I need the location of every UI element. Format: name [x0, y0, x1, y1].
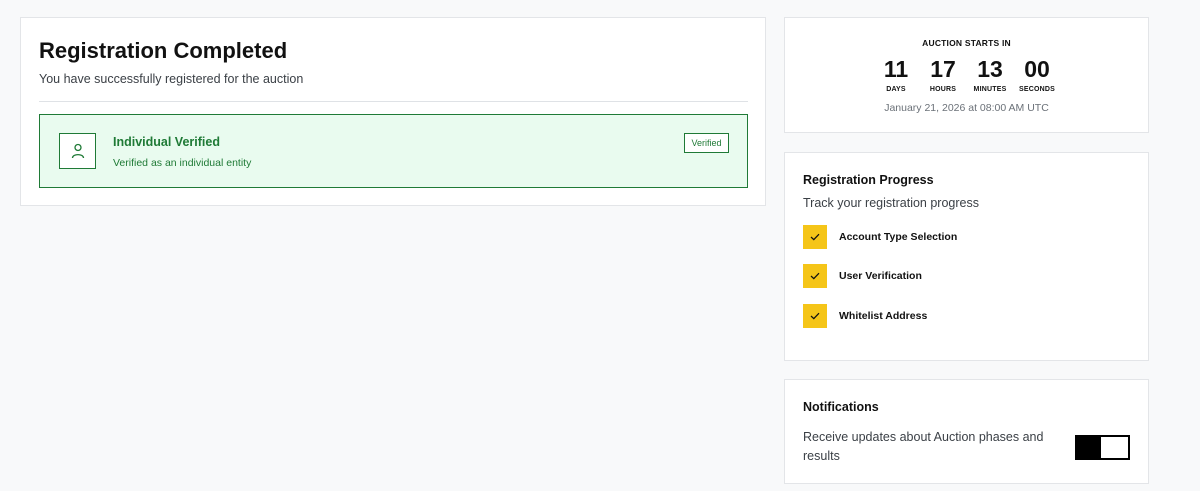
page-title: Registration Completed	[39, 38, 288, 63]
progress-step-label: Account Type Selection	[839, 231, 958, 243]
progress-step-label: Whitelist Address	[839, 310, 928, 322]
check-icon	[803, 264, 827, 288]
countdown-label: AUCTION STARTS IN	[922, 38, 1011, 48]
notifications-card: Notifications Receive updates about Auct…	[784, 379, 1149, 484]
toggle-knob[interactable]	[1101, 437, 1128, 458]
countdown-caption: SECONDS	[1018, 86, 1056, 93]
auction-start-date: January 21, 2026 at 08:00 AM UTC	[884, 102, 1049, 114]
countdown-days: 11 DAYS	[878, 56, 915, 93]
countdown-minutes: 13 MINUTES	[972, 56, 1009, 93]
divider	[39, 101, 748, 102]
notifications-title: Notifications	[803, 400, 879, 414]
countdown-caption: MINUTES	[973, 86, 1007, 93]
countdown-caption: DAYS	[886, 86, 906, 93]
countdown-value: 11	[883, 56, 909, 82]
user-icon	[59, 133, 96, 169]
progress-title: Registration Progress	[803, 173, 934, 187]
countdown-seconds: 00 SECONDS	[1019, 56, 1056, 93]
progress-step-account-type: Account Type Selection	[803, 225, 957, 249]
countdown-value: 13	[977, 56, 1003, 82]
notifications-description: Receive updates about Auction phases and…	[803, 430, 1044, 463]
verification-title: Individual Verified	[113, 135, 220, 149]
notifications-toggle[interactable]	[1075, 435, 1130, 460]
progress-step-label: User Verification	[839, 270, 922, 282]
verification-status-box: Individual Verified Verified as an indiv…	[39, 114, 748, 188]
verification-subtitle: Verified as an individual entity	[113, 157, 252, 169]
countdown-caption: HOURS	[929, 86, 957, 93]
check-icon	[803, 304, 827, 328]
page: Registration Completed You have successf…	[0, 0, 1200, 491]
registration-subtitle: You have successfully registered for the…	[39, 72, 304, 86]
countdown-value: 00	[1024, 56, 1050, 82]
check-icon	[803, 225, 827, 249]
countdown-timer: 11 DAYS 17 HOURS 13 MINUTES 00 SECONDS	[785, 56, 1148, 93]
progress-step-whitelist-address: Whitelist Address	[803, 304, 927, 328]
progress-step-user-verification: User Verification	[803, 264, 922, 288]
countdown-hours: 17 HOURS	[925, 56, 962, 93]
registration-progress-card: Registration Progress Track your registr…	[784, 152, 1149, 361]
countdown-value: 17	[930, 56, 956, 82]
progress-subtitle: Track your registration progress	[803, 196, 979, 210]
countdown-card: AUCTION STARTS IN 11 DAYS 17 HOURS 13 MI…	[784, 17, 1149, 133]
registration-card: Registration Completed You have successf…	[20, 17, 766, 206]
verified-badge: Verified	[684, 133, 729, 153]
